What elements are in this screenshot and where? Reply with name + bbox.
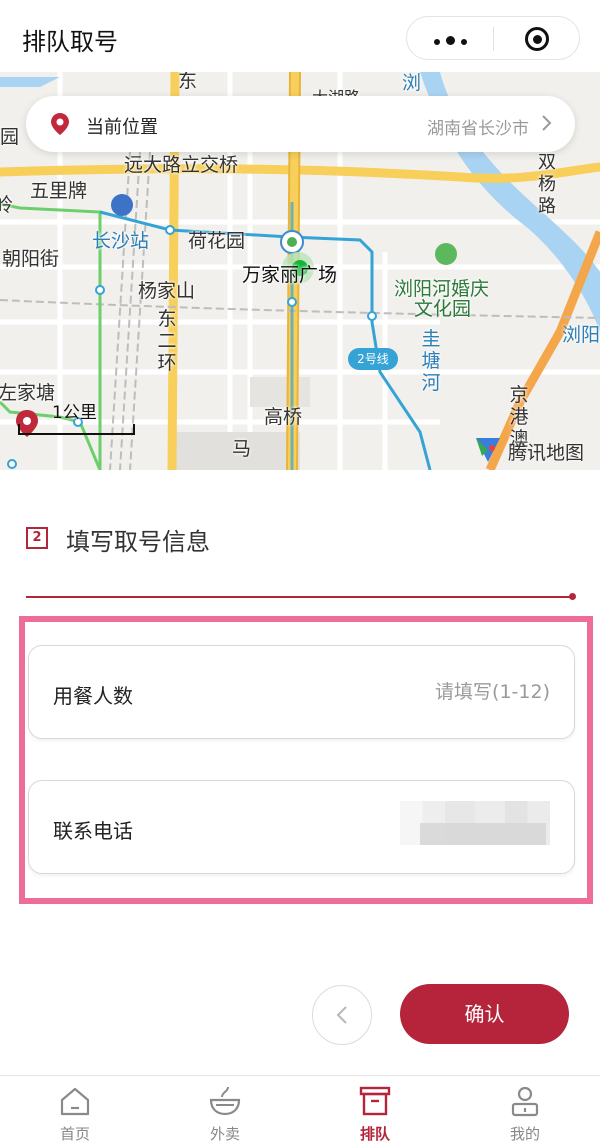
map-label-wanjia: 万家丽广场	[242, 264, 338, 286]
map-label-shuangyang: 双杨路	[538, 152, 556, 217]
target-close-icon	[525, 27, 549, 51]
map-label-dong: 东	[178, 72, 198, 92]
metro-line-badge: 2号线	[348, 348, 398, 370]
map-scale-bar	[18, 424, 135, 435]
tab-mine[interactable]: 我的	[450, 1076, 600, 1146]
current-city-value: 湖南省长沙市	[427, 119, 529, 139]
chevron-right-icon	[542, 115, 552, 131]
party-size-label: 用餐人数	[53, 684, 133, 708]
queue-box-icon	[359, 1086, 391, 1116]
chevron-left-icon	[336, 1006, 347, 1024]
current-location-bar[interactable]: 当前位置 湖南省长沙市	[26, 96, 575, 152]
location-pin-icon	[51, 113, 69, 135]
previous-step-button[interactable]	[312, 985, 372, 1045]
map-label-yuanda-bridge: 远大路立交桥	[124, 154, 239, 176]
confirm-button[interactable]: 确认	[400, 984, 569, 1044]
step-number-badge: 2	[26, 527, 48, 549]
phone-field[interactable]: 联系电话	[28, 780, 575, 874]
map-scale-label: 1公里	[52, 403, 97, 423]
tab-takeout-label: 外卖	[209, 1125, 240, 1143]
party-size-input[interactable]	[290, 670, 550, 714]
home-icon	[60, 1087, 90, 1116]
section-divider-dot	[569, 593, 576, 600]
page-title: 排队取号	[22, 28, 118, 56]
tencent-map-icon	[476, 438, 500, 462]
phone-label: 联系电话	[53, 819, 133, 843]
tab-takeout[interactable]: 外卖	[150, 1076, 300, 1146]
map-label-changsha-station: 长沙站	[92, 230, 150, 252]
tab-home[interactable]: 首页	[0, 1076, 150, 1146]
party-size-field[interactable]: 用餐人数	[28, 645, 575, 739]
map-label-chaoyang: 朝阳街	[2, 248, 60, 270]
map-label-zuojia: 左家塘	[0, 382, 56, 404]
takeout-bowl-icon	[209, 1086, 241, 1116]
map-label-wuli: 五里牌	[30, 180, 88, 202]
close-mini-program-button[interactable]	[494, 17, 580, 61]
map-label-yuan: 园	[0, 126, 20, 148]
user-icon	[511, 1086, 539, 1117]
section-divider	[26, 596, 572, 598]
tab-queue[interactable]: 排队	[300, 1076, 450, 1146]
section-title: 填写取号信息	[66, 528, 210, 556]
current-location-label: 当前位置	[86, 117, 158, 138]
tencent-map-logo: 腾讯地图	[472, 434, 592, 466]
map-label-liu: 浏	[402, 72, 422, 94]
map-label-liuyang: 浏阳	[562, 324, 600, 346]
bottom-tab-bar: 首页 外卖 排队 我的	[0, 1075, 600, 1146]
phone-input-redacted[interactable]	[400, 801, 550, 845]
map-label-donger: 东二环	[157, 308, 177, 374]
more-dots-icon	[431, 30, 470, 49]
map-label-ling: 岭	[0, 194, 14, 216]
map-label-guitang: 圭塘河	[421, 328, 441, 394]
map-label-yangjia: 杨家山	[138, 280, 196, 302]
tab-queue-label: 排队	[359, 1125, 390, 1143]
map-label-wenhua: 文化园	[414, 298, 472, 320]
map-label-gaoqiao: 高桥	[264, 406, 303, 428]
tencent-map-label: 腾讯地图	[508, 442, 585, 464]
map-label-ma: 马	[232, 438, 252, 460]
title-bar: 排队取号	[0, 0, 600, 72]
map-label-hehua: 荷花园	[188, 230, 246, 252]
mini-program-capsule	[406, 16, 580, 60]
more-options-button[interactable]	[407, 17, 493, 61]
tab-home-label: 首页	[59, 1125, 90, 1143]
tab-mine-label: 我的	[509, 1125, 540, 1143]
